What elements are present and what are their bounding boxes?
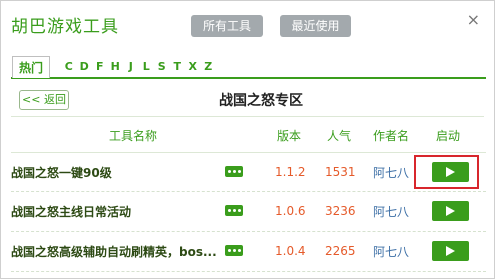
tool-popularity: 3236 <box>325 204 356 218</box>
section-title: 战国之怒专区 <box>219 93 303 109</box>
letter-tab[interactable]: T <box>170 60 186 73</box>
tool-version: 1.0.6 <box>275 204 306 218</box>
tool-popularity: 1531 <box>325 165 356 179</box>
recent-tools-button[interactable]: 最近使用 <box>280 15 351 37</box>
tool-author[interactable]: 阿七八 <box>373 243 409 260</box>
column-header-version: 版本 <box>277 129 302 143</box>
letter-tab[interactable]: Z <box>201 60 217 73</box>
letter-tab[interactable]: F <box>92 60 108 73</box>
letter-tab[interactable]: S <box>154 60 170 73</box>
table-row: 战国之怒高级辅助自动刷精英，bos... 1.0.4 2265 阿七八 <box>11 232 486 272</box>
tool-name[interactable]: 战国之怒主线日常活动 <box>11 203 131 220</box>
divider <box>11 116 484 117</box>
letter-filter-list: C D F H J L S T X Z <box>61 60 216 73</box>
tool-name[interactable]: 战国之怒一键90级 <box>11 164 112 181</box>
letter-tab[interactable]: J <box>123 60 139 73</box>
play-icon <box>446 206 455 216</box>
letter-tab[interactable]: X <box>185 60 201 73</box>
letter-tab-bar: 热门 C D F H J L S T X Z <box>1 56 494 79</box>
table-row: 战国之怒主线日常活动 1.0.6 3236 阿七八 <box>11 192 486 232</box>
letter-tab[interactable]: H <box>108 60 124 73</box>
more-dots-icon[interactable] <box>225 166 243 177</box>
more-dots-icon[interactable] <box>225 245 243 256</box>
column-header-popularity: 人气 <box>327 129 352 143</box>
tool-author[interactable]: 阿七八 <box>373 164 409 181</box>
column-header-name: 工具名称 <box>109 129 158 143</box>
tool-author[interactable]: 阿七八 <box>373 203 409 220</box>
letter-tab[interactable]: D <box>77 60 93 73</box>
column-header-launch: 启动 <box>436 129 461 143</box>
tool-popularity: 2265 <box>325 244 356 258</box>
tab-hot[interactable]: 热门 <box>12 56 50 78</box>
back-button[interactable]: << 返回 <box>19 90 69 110</box>
column-header-author: 作者名 <box>373 129 410 143</box>
highlight-box <box>414 155 479 189</box>
launch-button[interactable] <box>432 241 469 261</box>
letter-tab[interactable]: L <box>139 60 155 73</box>
play-icon <box>446 246 455 256</box>
launch-button[interactable] <box>432 201 469 221</box>
all-tools-button[interactable]: 所有工具 <box>191 15 263 37</box>
tab-underline <box>11 77 486 79</box>
more-dots-icon[interactable] <box>225 205 243 216</box>
tool-window: 胡巴游戏工具 所有工具 最近使用 × 热门 C D F H J L S T X … <box>0 0 495 279</box>
letter-tab[interactable]: C <box>61 60 77 73</box>
app-title: 胡巴游戏工具 <box>11 17 119 37</box>
tool-name[interactable]: 战国之怒高级辅助自动刷精英，bos... <box>11 243 217 260</box>
close-icon[interactable]: × <box>467 10 480 29</box>
tool-version: 1.0.4 <box>275 244 306 258</box>
tool-version: 1.1.2 <box>275 165 306 179</box>
